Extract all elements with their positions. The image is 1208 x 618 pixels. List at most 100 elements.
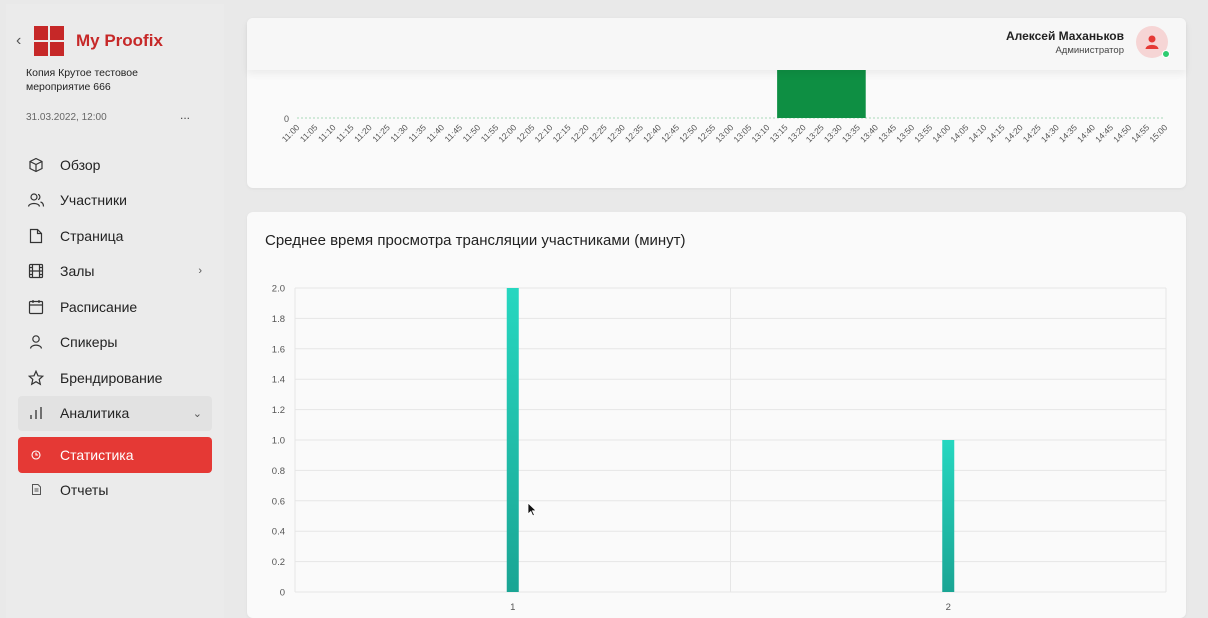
x-tick-label: 13:30 — [822, 122, 844, 144]
sidebar-item-reports[interactable]: Отчеты — [18, 473, 212, 507]
bar-chart-icon — [26, 403, 46, 423]
x-tick-label: 13:15 — [768, 122, 790, 144]
top-bar: Алексей Маханьков Администратор — [247, 18, 1186, 70]
x-tick-label: 11:55 — [479, 122, 501, 144]
sidebar-item-label: Залы — [60, 263, 95, 280]
x-tick-label: 12:50 — [677, 122, 699, 144]
star-icon — [26, 368, 46, 388]
person-icon — [26, 332, 46, 352]
sidebar-item-label: Участники — [60, 192, 127, 209]
x-tick-label: 11:00 — [280, 122, 302, 144]
x-tick-label: 14:55 — [1129, 122, 1151, 144]
x-tick-label: 13:00 — [713, 122, 735, 144]
chevron-left-icon[interactable]: ‹ — [16, 32, 34, 50]
bar — [942, 440, 955, 592]
sidebar-item-label: Отчеты — [60, 481, 109, 498]
x-tick-label: 11:25 — [370, 122, 392, 144]
sidebar-item-schedule[interactable]: Расписание — [18, 289, 212, 325]
y-tick-label: 0.6 — [272, 496, 285, 507]
x-tick-label: 13:45 — [876, 122, 898, 144]
bar — [506, 288, 519, 592]
more-menu-icon[interactable]: ... — [180, 108, 190, 122]
clock-icon — [26, 445, 46, 465]
x-tick-label: 12:20 — [569, 122, 591, 144]
x-tick-label: 14:25 — [1021, 122, 1043, 144]
sidebar: ‹ My Proofix Копия Крутое тестовое мероп… — [6, 4, 224, 618]
x-tick-label: 12:35 — [623, 122, 645, 144]
sidebar-item-label: Расписание — [60, 298, 138, 315]
x-tick-label: 11:35 — [406, 122, 428, 144]
x-tick-label: 14:10 — [966, 122, 988, 144]
x-tick-label: 11:20 — [352, 122, 374, 144]
user-icon — [1145, 35, 1159, 49]
x-tick-label: 13:20 — [786, 122, 808, 144]
sidebar-item-analytics[interactable]: Аналитика ⌄ — [18, 395, 212, 431]
watch-time-chart: 0 0.2 0.4 0.6 0.8 1.0 1.2 1.4 1.6 1.8 2.0 1 2 — [272, 284, 1167, 613]
x-tick-label: 14:50 — [1111, 122, 1133, 144]
x-tick-label: 11:50 — [461, 122, 483, 144]
x-tick-label: 12:55 — [695, 122, 717, 144]
chevron-down-icon: ⌄ — [192, 407, 202, 420]
x-tick-label: 13:50 — [894, 122, 916, 144]
x-tick-label: 14:00 — [930, 122, 952, 144]
film-icon — [26, 261, 46, 281]
x-tick-label: 12:15 — [551, 122, 573, 144]
sidebar-nav: Обзор Участники Страница Залы › Расписан… — [18, 147, 212, 507]
x-tick-label: 12:10 — [532, 122, 554, 144]
x-tick-label: 14:05 — [948, 122, 970, 144]
event-name: Копия Крутое тестовое мероприятие 666 — [26, 67, 138, 93]
x-tick-label: 14:35 — [1057, 122, 1079, 144]
x-tick-label: 12:30 — [605, 122, 627, 144]
document-icon — [26, 480, 46, 500]
x-tick-label: 12:00 — [496, 122, 518, 144]
sidebar-item-halls[interactable]: Залы › — [18, 254, 212, 290]
y-tick-label: 0 — [284, 114, 289, 124]
x-tick-label: 14:40 — [1075, 122, 1097, 144]
x-tick-label: 11:40 — [424, 122, 446, 144]
brand-name: My Proofix — [76, 31, 163, 50]
x-tick-label: 12:40 — [641, 122, 663, 144]
y-tick-label: 0.4 — [272, 527, 285, 538]
x-tick-label: 14:45 — [1093, 122, 1115, 144]
sidebar-item-statistics[interactable]: Статистика — [18, 437, 212, 473]
x-tick-label: 14:15 — [985, 122, 1007, 144]
sidebar-item-speakers[interactable]: Спикеры — [18, 325, 212, 361]
x-tick-label: 14:20 — [1003, 122, 1025, 144]
x-tick-label: 13:55 — [912, 122, 934, 144]
x-tick-label: 13:25 — [804, 122, 826, 144]
sidebar-item-branding[interactable]: Брендирование — [18, 360, 212, 396]
sidebar-item-label: Страница — [60, 227, 124, 244]
x-tick-label: 15:00 — [1147, 122, 1169, 144]
avatar[interactable] — [1136, 26, 1170, 58]
user-menu[interactable]: Алексей Маханьков Администратор — [1006, 26, 1170, 58]
logo-icon — [34, 26, 64, 56]
x-tick-label: 11:05 — [298, 122, 320, 144]
calendar-icon — [26, 297, 46, 317]
sidebar-item-overview[interactable]: Обзор — [18, 147, 212, 183]
mouse-cursor-icon — [527, 502, 537, 517]
user-info: Алексей Маханьков Администратор — [1006, 29, 1124, 56]
x-tick-label: 12:25 — [587, 122, 609, 144]
sidebar-item-page[interactable]: Страница — [18, 218, 212, 254]
x-tick-label: 11:30 — [388, 122, 410, 144]
x-tick-label: 12:45 — [659, 122, 681, 144]
sidebar-item-label: Брендирование — [60, 369, 163, 386]
y-tick-label: 0 — [280, 588, 285, 599]
y-tick-label: 0.2 — [272, 557, 285, 568]
user-role: Администратор — [1055, 44, 1124, 56]
sidebar-item-label: Спикеры — [60, 334, 118, 351]
x-tick-label: 13:35 — [840, 122, 862, 144]
x-tick-label: 12:05 — [514, 122, 536, 144]
y-tick-label: 0.8 — [272, 466, 285, 477]
y-tick-label: 1.6 — [272, 344, 285, 355]
x-tick-label: 11:45 — [442, 122, 464, 144]
y-tick-label: 1.2 — [272, 405, 285, 416]
x-tick-label: 13:05 — [731, 122, 753, 144]
y-tick-label: 1.8 — [272, 314, 285, 325]
x-tick-label: 11:15 — [334, 122, 356, 144]
y-tick-label: 2.0 — [272, 284, 285, 295]
x-tick-label: 13:40 — [858, 122, 880, 144]
sidebar-item-participants[interactable]: Участники — [18, 183, 212, 219]
x-tick-label: 11:10 — [316, 122, 338, 144]
x-tick-label: 13:10 — [749, 122, 771, 144]
